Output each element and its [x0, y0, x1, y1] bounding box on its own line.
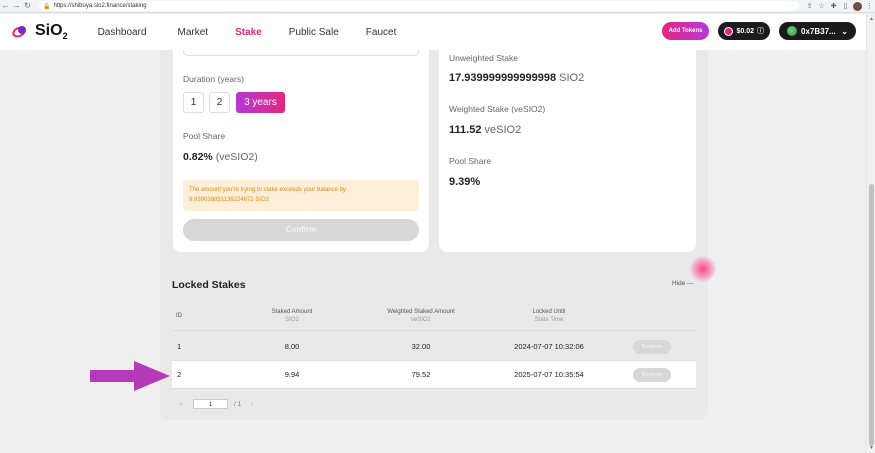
nav-public-sale[interactable]: Public Sale: [289, 27, 339, 38]
nav-stake[interactable]: Stake: [235, 27, 262, 38]
chevron-down-icon: ⌄: [841, 26, 848, 36]
share-icon[interactable]: ⇪: [805, 2, 814, 10]
wallet-address: 0x7B37...: [801, 26, 836, 36]
row-weighted-amount: 79.52: [411, 370, 431, 379]
summary-pool-share-value: 9.39%: [449, 176, 481, 188]
scroll-up-icon[interactable]: ▲: [869, 16, 874, 22]
nav-faucet[interactable]: Faucet: [366, 27, 397, 38]
column-id: ID: [176, 313, 182, 319]
locked-stakes-title: Locked Stakes: [172, 279, 246, 291]
app-header: SiO2 Dashboard Market Stake Public Sale …: [0, 14, 866, 50]
balance-warning: The amount you're trying to stake exceed…: [183, 180, 419, 211]
table-header: ID Staked Amount SIO2 Weighted Staked Amo…: [172, 300, 696, 331]
info-icon: ⓘ: [757, 28, 764, 35]
nav-market[interactable]: Market: [178, 27, 209, 38]
wallet-button[interactable]: 0x7B37... ⌄: [779, 22, 856, 40]
pagination: ‹ / 1 ›: [176, 399, 257, 409]
row-weighted-amount: 32.00: [411, 342, 431, 351]
row-locked-until: 2025-07-07 10:35:54: [514, 370, 584, 379]
pool-share-value: 0.82% (veSIO2): [183, 151, 258, 163]
row-id: 2: [177, 370, 182, 379]
main-nav: Dashboard Market Stake Public Sale Fauce…: [98, 27, 397, 38]
duration-option-3[interactable]: 3 years: [236, 92, 285, 113]
page-total: / 1: [234, 400, 242, 408]
scrollbar-thumb[interactable]: [869, 184, 874, 446]
unweighted-stake-value: 17.939999999999998 SIO2: [449, 72, 585, 84]
menu-icon[interactable]: ⋮: [865, 2, 874, 10]
extensions-icon[interactable]: ✚: [829, 2, 838, 10]
browser-toolbar: ← → ↻ 🔒 https://shibuya.sio2.finance/sta…: [0, 0, 875, 13]
token-price-badge[interactable]: $0.02 ⓘ: [718, 22, 770, 40]
duration-label: Duration (years): [183, 74, 244, 84]
address-bar[interactable]: 🔒 https://shibuya.sio2.finance/staking: [39, 1, 799, 11]
sio2-coin-icon: [724, 26, 734, 36]
column-locked-until: Locked Until State Time: [532, 309, 566, 323]
stake-amount-input[interactable]: [183, 50, 419, 56]
reload-icon[interactable]: ↻: [22, 0, 33, 12]
logo-text: SiO2: [35, 22, 68, 42]
row-locked-until: 2024-07-07 10:32:06: [514, 342, 584, 351]
network-icon: [787, 26, 797, 36]
next-page-icon[interactable]: ›: [247, 401, 257, 408]
pool-share-label: Pool Share: [183, 131, 226, 141]
token-price: $0.02: [736, 27, 754, 35]
row-staked-amount: 9.94: [284, 370, 300, 379]
redeem-button[interactable]: Redeem: [633, 340, 671, 354]
page-scrollbar[interactable]: ▲ ▼: [866, 14, 875, 453]
hide-button[interactable]: Hide —: [672, 280, 694, 287]
nav-dashboard[interactable]: Dashboard: [98, 27, 147, 38]
back-icon[interactable]: ←: [0, 0, 11, 12]
weighted-stake-value: 111.52 veSIO2: [449, 124, 522, 136]
duration-option-2[interactable]: 2: [209, 92, 230, 113]
forward-icon[interactable]: →: [11, 0, 22, 12]
redeem-button[interactable]: Redeem: [633, 368, 671, 382]
column-weighted-amount: Weighted Staked Amount veSIO2: [387, 309, 455, 323]
duration-option-1[interactable]: 1: [183, 92, 204, 113]
star-icon[interactable]: ☆: [817, 2, 826, 10]
prev-page-icon[interactable]: ‹: [176, 401, 186, 408]
sidepanel-icon[interactable]: ▯: [841, 2, 850, 10]
logo-icon: [10, 24, 32, 40]
page-number-input[interactable]: [193, 399, 228, 409]
weighted-stake-label: Weighted Stake (veSIO2): [449, 104, 546, 114]
unweighted-stake-label: Unweighted Stake: [449, 53, 518, 63]
summary-pool-share-label: Pool Share: [449, 156, 492, 166]
row-staked-amount: 8.00: [284, 342, 300, 351]
lock-icon: 🔒: [43, 3, 51, 10]
row-id: 1: [177, 342, 182, 351]
decorative-glow: [690, 256, 716, 282]
table-row: 2 9.94 79.52 2025-07-07 10:35:54 Redeem: [172, 361, 696, 389]
confirm-button[interactable]: Confirm: [183, 219, 419, 241]
address-text: https://shibuya.sio2.finance/staking: [53, 3, 147, 9]
scroll-down-icon[interactable]: ▼: [869, 445, 874, 451]
column-staked-amount: Staked Amount SIO2: [271, 309, 313, 323]
add-tokens-button[interactable]: Add Tokens: [661, 22, 710, 40]
table-row: 1 8.00 32.00 2024-07-07 10:32:06 Redeem: [172, 333, 696, 361]
profile-avatar[interactable]: M: [853, 1, 862, 11]
logo[interactable]: SiO2: [10, 22, 68, 42]
annotation-arrow-icon: [90, 361, 170, 391]
